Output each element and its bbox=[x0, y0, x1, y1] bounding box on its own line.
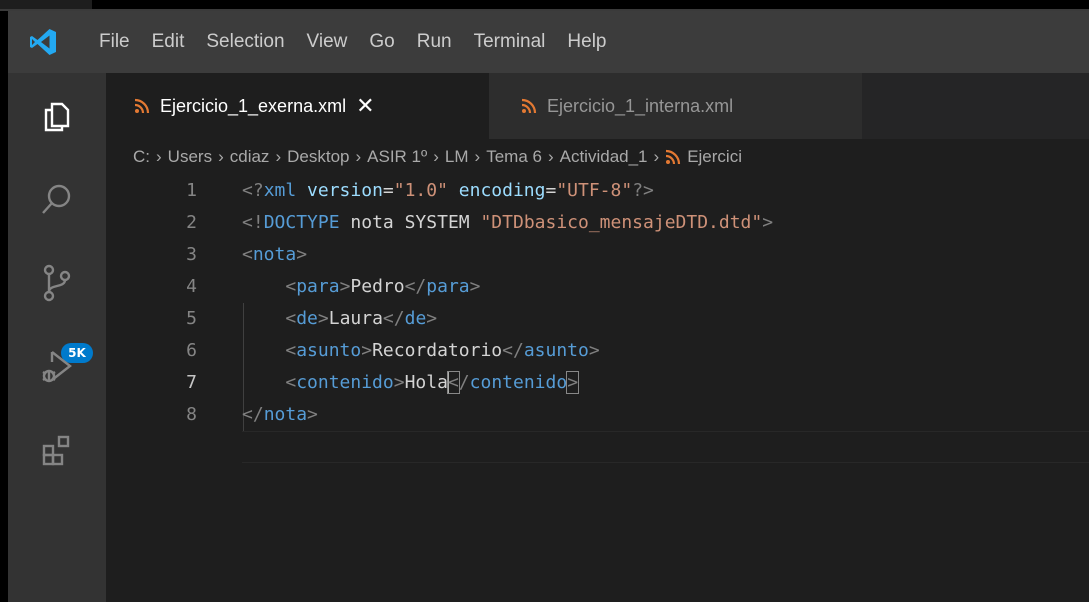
menu-bar: File Edit Selection View Go Run Terminal… bbox=[8, 11, 1089, 73]
code-text: <para>Pedro</para> bbox=[285, 276, 481, 297]
files-icon[interactable] bbox=[8, 73, 106, 157]
code-line[interactable]: 7 <contenido>Hola</contenido> bbox=[106, 367, 1089, 399]
code-text: <!DOCTYPE nota SYSTEM "DTDbasico_mensaje… bbox=[242, 212, 774, 233]
breadcrumb-separator: › bbox=[433, 147, 439, 166]
line-number: 5 bbox=[186, 308, 197, 329]
menu-go[interactable]: Go bbox=[358, 11, 405, 73]
line-number: 2 bbox=[186, 212, 197, 233]
tab-label: Ejercicio_1_exerna.xml bbox=[160, 95, 347, 116]
breadcrumb-actividad[interactable]: Actividad_1 bbox=[560, 147, 648, 167]
code-line[interactable]: 2 <!DOCTYPE nota SYSTEM "DTDbasico_mensaj… bbox=[106, 207, 1089, 239]
code-text: <contenido>Hola</contenido> bbox=[285, 371, 580, 394]
code-line[interactable]: 6 <asunto>Recordatorio</asunto> bbox=[106, 335, 1089, 367]
menu-help[interactable]: Help bbox=[556, 11, 617, 73]
menu-edit[interactable]: Edit bbox=[141, 11, 196, 73]
code-text: <nota> bbox=[242, 244, 308, 265]
code-line[interactable]: 3 <nota> bbox=[106, 239, 1089, 271]
close-icon[interactable]: ✕ bbox=[356, 95, 374, 117]
breadcrumb: C: › Users › cdiaz › Desktop › ASIR 1º ›… bbox=[106, 139, 1089, 175]
rss-icon bbox=[521, 98, 537, 114]
source-control-icon[interactable] bbox=[8, 241, 106, 325]
breadcrumb-separator: › bbox=[218, 147, 224, 166]
line-number: 4 bbox=[186, 276, 197, 297]
code-text: <?xml version="1.0" encoding="UTF-8"?> bbox=[242, 180, 654, 201]
code-line[interactable]: 4 <para>Pedro</para> bbox=[106, 271, 1089, 303]
breadcrumb-lm[interactable]: LM bbox=[445, 147, 469, 167]
code-text: <de>Laura</de> bbox=[285, 308, 438, 329]
extensions-icon[interactable] bbox=[8, 409, 106, 493]
breadcrumb-separator: › bbox=[355, 147, 362, 166]
line-number: 8 bbox=[186, 404, 197, 425]
vscode-logo-icon[interactable] bbox=[8, 11, 88, 73]
code-line[interactable]: 8 </nota> bbox=[106, 399, 1089, 431]
top-strip-left bbox=[0, 0, 92, 9]
tab-label: Ejercicio_1_interna.xml bbox=[547, 95, 734, 116]
breadcrumb-desktop[interactable]: Desktop bbox=[287, 147, 349, 167]
breadcrumb-separator: › bbox=[653, 147, 660, 166]
breadcrumb-file[interactable]: Ejercici bbox=[687, 147, 742, 167]
menu-terminal[interactable]: Terminal bbox=[463, 11, 557, 73]
rss-icon bbox=[666, 149, 681, 165]
line-number: 3 bbox=[186, 244, 197, 265]
code-text: </nota> bbox=[242, 404, 318, 425]
breadcrumb-separator: › bbox=[474, 147, 481, 166]
tab-ejercicio-interna[interactable]: Ejercicio_1_interna.xml bbox=[489, 73, 862, 139]
code-line[interactable]: 1 <?xml version="1.0" encoding="UTF-8"?> bbox=[106, 175, 1089, 207]
breadcrumb-tema[interactable]: Tema 6 bbox=[486, 147, 542, 167]
run-debug-icon[interactable] bbox=[8, 325, 106, 409]
menu-file[interactable]: File bbox=[88, 11, 141, 73]
breadcrumb-separator: › bbox=[275, 147, 282, 166]
menu-selection[interactable]: Selection bbox=[195, 11, 295, 73]
breadcrumb-drive[interactable]: C: bbox=[133, 147, 150, 167]
line-number: 7 bbox=[186, 372, 197, 393]
code-text: <asunto>Recordatorio</asunto> bbox=[285, 340, 600, 361]
search-icon[interactable] bbox=[8, 157, 106, 241]
vscode-window: File Edit Selection View Go Run Terminal… bbox=[8, 11, 1089, 602]
breadcrumb-cdiaz[interactable]: cdiaz bbox=[230, 147, 270, 167]
code-editor[interactable]: 1 <?xml version="1.0" encoding="UTF-8"?> 2… bbox=[106, 175, 1089, 602]
menu-view[interactable]: View bbox=[296, 11, 359, 73]
line-number: 1 bbox=[186, 180, 197, 201]
breadcrumb-asir[interactable]: ASIR 1º bbox=[367, 147, 427, 167]
breadcrumb-separator: › bbox=[547, 147, 554, 166]
menu-run[interactable]: Run bbox=[406, 11, 463, 73]
breadcrumb-separator: › bbox=[156, 147, 162, 166]
tab-ejercicio-exerna[interactable]: Ejercicio_1_exerna.xml ✕ bbox=[106, 73, 489, 139]
tab-bar: Ejercicio_1_exerna.xml ✕ Ejercicio_1_int… bbox=[106, 73, 1089, 139]
activity-bar: 5K bbox=[8, 73, 106, 602]
line-number: 6 bbox=[186, 340, 197, 361]
rss-icon bbox=[134, 98, 150, 114]
top-strip bbox=[0, 0, 1089, 11]
menu-items: File Edit Selection View Go Run Terminal… bbox=[88, 11, 618, 73]
breadcrumb-users[interactable]: Users bbox=[168, 147, 212, 167]
current-line-highlight bbox=[242, 431, 1089, 463]
code-line[interactable]: 5 <de>Laura</de> bbox=[106, 303, 1089, 335]
